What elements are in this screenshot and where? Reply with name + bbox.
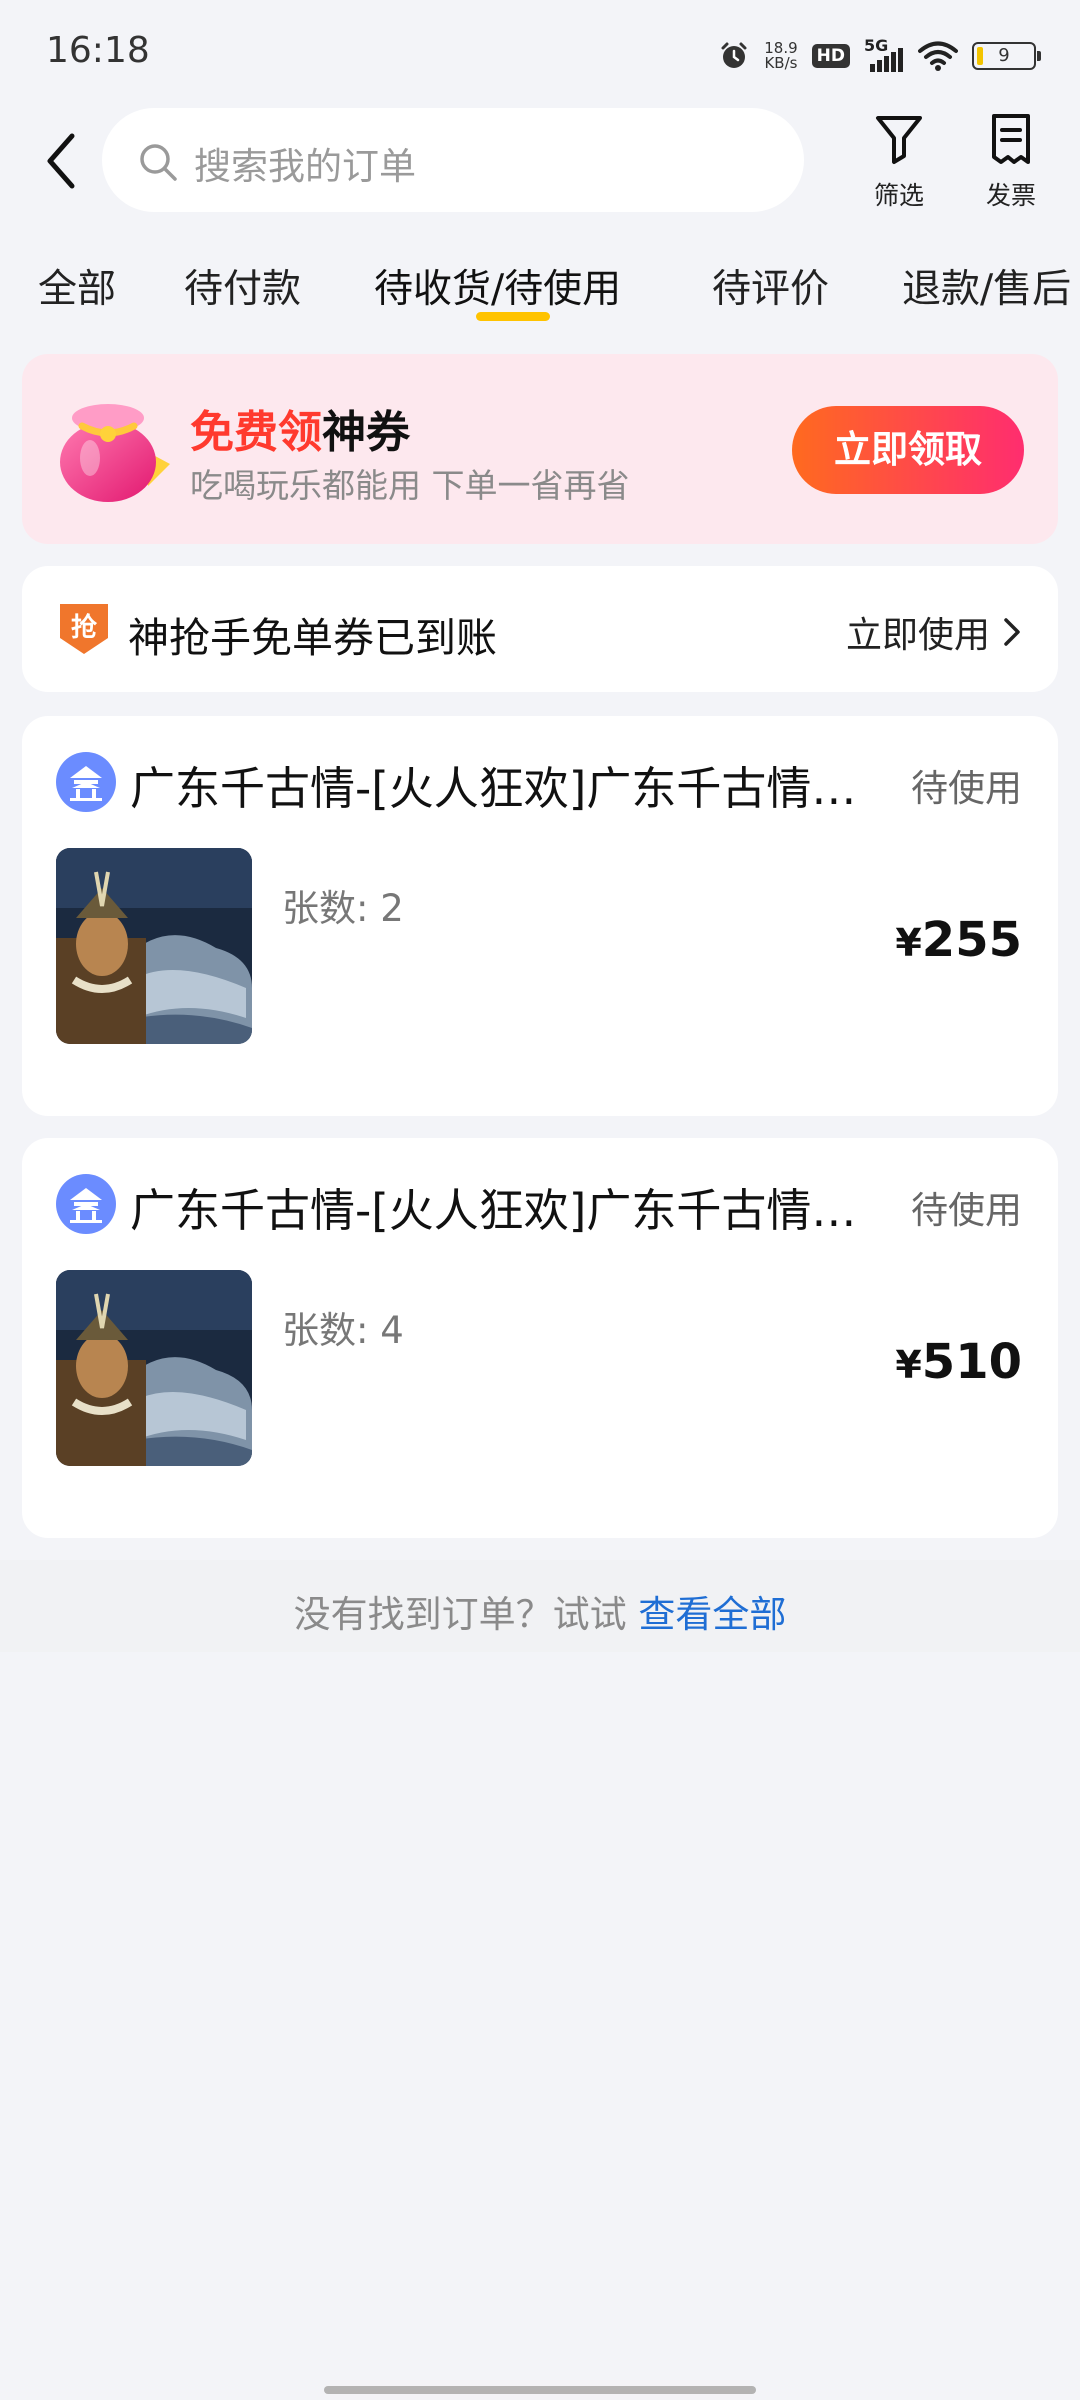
coupon-message: 神抢手免单券已到账 (128, 614, 497, 662)
claim-coupon-button[interactable]: 立即领取 (792, 406, 1024, 494)
alarm-icon (721, 42, 747, 68)
invoice-label: 发票 (985, 181, 1036, 210)
attraction-icon (56, 752, 116, 812)
svg-text:抢: 抢 (71, 612, 98, 643)
wifi-icon (918, 41, 958, 71)
order-status: 待使用 (911, 1189, 1022, 1232)
invoice-button[interactable]: 发票 (966, 112, 1056, 212)
status-icons: 18.9 KB/s HD 5G 9 (718, 36, 1041, 76)
order-title: 广东千古情-[火人狂欢]广东千古情… (130, 762, 857, 815)
back-button[interactable] (38, 126, 88, 196)
order-card[interactable]: 广东千古情-[火人狂欢]广东千古情… 待使用 张数: 2 ¥255 (22, 716, 1058, 1116)
promo-title: 免费领神券 (190, 407, 410, 458)
home-indicator[interactable] (324, 2386, 756, 2394)
not-found-hint: 没有找到订单？试试 查看全部 (293, 1593, 787, 1636)
tab-pending-review[interactable]: 待评价 (712, 258, 829, 314)
filter-label: 筛选 (873, 181, 924, 210)
order-status: 待使用 (911, 767, 1022, 810)
order-title: 广东千古情-[火人狂欢]广东千古情… (130, 1184, 857, 1237)
order-price: ¥255 (895, 912, 1022, 968)
promo-subtitle: 吃喝玩乐都能用 下单一省再省 (190, 466, 630, 505)
active-tab-indicator (476, 312, 550, 321)
tab-pending-payment[interactable]: 待付款 (184, 258, 301, 314)
signal-icon: 5G (864, 36, 904, 72)
view-all-link[interactable]: 查看全部 (638, 1593, 786, 1636)
chevron-right-icon (1004, 618, 1020, 646)
chevron-left-icon (47, 133, 75, 189)
product-thumbnail (56, 848, 252, 1044)
hd-badge: HD (811, 44, 850, 68)
free-coupon-bar[interactable]: 抢 神抢手免单券已到账 立即使用 (22, 566, 1058, 692)
order-price: ¥510 (895, 1334, 1022, 1390)
ticket-quantity: 张数: 2 (282, 887, 404, 930)
tab-pending-receipt[interactable]: 待收货/待使用 (374, 258, 621, 314)
filter-button[interactable]: 筛选 (854, 112, 944, 212)
ticket-quantity: 张数: 4 (282, 1309, 404, 1352)
coupon-badge-icon: 抢 (60, 604, 108, 654)
status-time: 16:18 (46, 30, 150, 71)
lucky-bag-icon (60, 404, 170, 502)
tab-refund[interactable]: 退款/售后 (902, 258, 1071, 314)
attraction-icon (56, 1174, 116, 1234)
battery-icon: 9 (972, 42, 1041, 70)
order-tabs: 全部 待付款 待收货/待使用 待评价 退款/售后 (0, 258, 1080, 328)
net-speed: 18.9 KB/s (764, 39, 798, 72)
product-thumbnail (56, 1270, 252, 1466)
search-icon (140, 144, 177, 181)
tab-all[interactable]: 全部 (38, 258, 116, 314)
order-card[interactable]: 广东千古情-[火人狂欢]广东千古情… 待使用 张数: 4 ¥510 (22, 1138, 1058, 1538)
search-placeholder: 搜索我的订单 (194, 145, 416, 188)
promo-banner[interactable]: 免费领神券 吃喝玩乐都能用 下单一省再省 立即领取 (22, 354, 1058, 544)
invoice-icon (992, 114, 1030, 164)
use-now-link[interactable]: 立即使用 (846, 606, 1022, 658)
search-input[interactable]: 搜索我的订单 (102, 108, 804, 212)
filter-icon (876, 116, 922, 164)
